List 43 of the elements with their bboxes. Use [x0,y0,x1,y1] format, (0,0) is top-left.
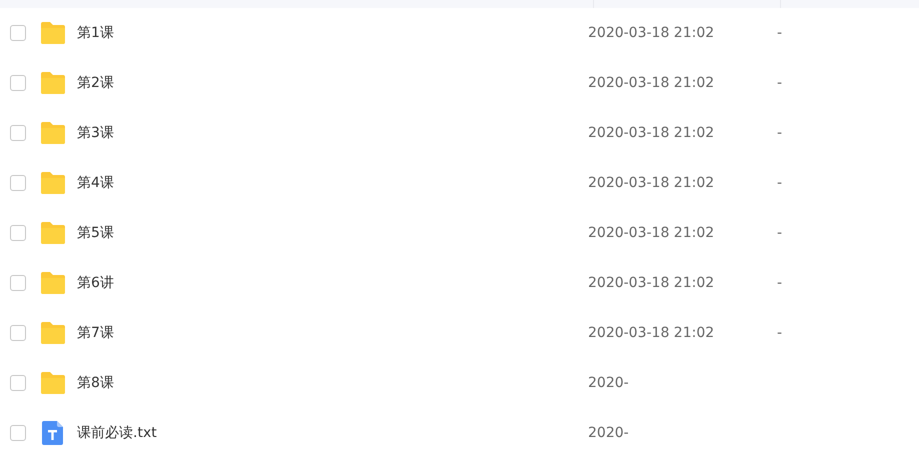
file-size: - [776,74,782,92]
modified-time: 2020- [588,374,629,390]
row-checkbox[interactable] [10,175,26,191]
row-checkbox[interactable] [10,375,26,391]
modified-time: 2020-03-18 21:02 [588,174,714,190]
file-size: - [776,274,782,292]
file-name[interactable]: 第4课 [77,172,577,194]
folder-icon [40,121,66,145]
row-checkbox[interactable] [10,125,26,141]
folder-icon [40,221,66,245]
file-name[interactable]: 第5课 [77,222,577,244]
file-size: - [776,174,782,192]
folder-icon [40,271,66,295]
row-checkbox[interactable] [10,275,26,291]
text-file-icon [40,421,66,445]
row-checkbox[interactable] [10,225,26,241]
row-checkbox[interactable] [10,325,26,341]
folder-icon [40,371,66,395]
row-checkbox[interactable] [10,25,26,41]
folder-icon [40,21,66,45]
file-name[interactable]: 第1课 [77,22,577,44]
file-size: - [776,124,782,142]
row-checkbox[interactable] [10,75,26,91]
file-size: - [776,224,782,242]
file-size: - [776,324,782,342]
modified-time: 2020-03-18 21:02 [588,224,714,240]
folder-icon [40,171,66,195]
file-name[interactable]: 第2课 [77,72,577,94]
row-checkbox[interactable] [10,425,26,441]
folder-icon [40,321,66,345]
modified-time: 2020-03-18 21:02 [588,74,714,90]
file-name[interactable]: 第7课 [77,322,577,344]
modified-time: 2020-03-18 21:02 [588,324,714,340]
file-size: - [776,24,782,42]
modified-time: 2020-03-18 21:02 [588,274,714,290]
modified-time: 2020-03-18 21:02 [588,24,714,40]
modified-time: 2020-03-18 21:02 [588,124,714,140]
file-name[interactable]: 第6讲 [77,272,577,294]
folder-icon [40,71,66,95]
modified-time: 2020- [588,424,629,440]
file-name[interactable]: 课前必读.txt [77,422,577,444]
file-name[interactable]: 第3课 [77,122,577,144]
file-name[interactable]: 第8课 [77,372,577,394]
